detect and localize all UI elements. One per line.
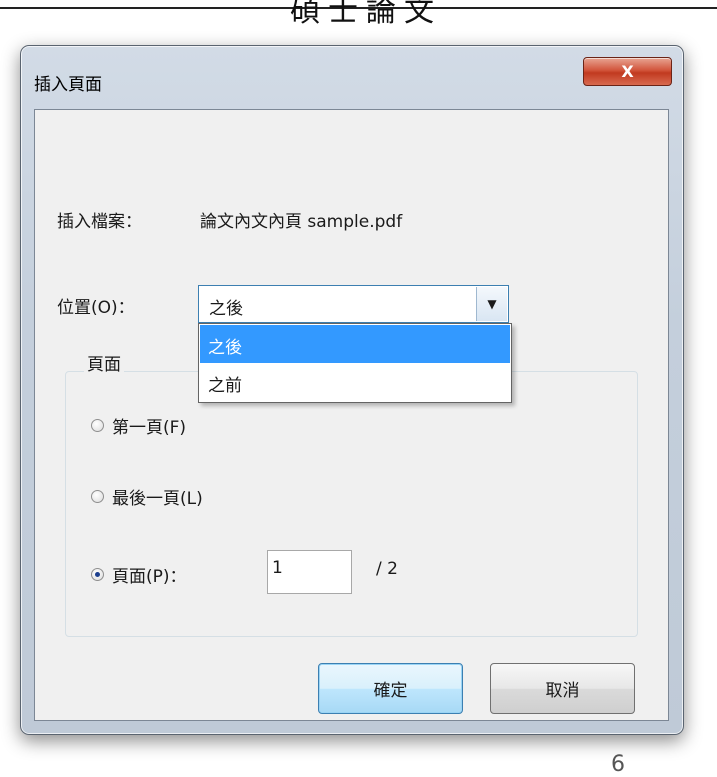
radio-first-page-label: 第一頁(F) — [112, 417, 187, 438]
radio-last-page-label: 最後一頁(L) — [112, 488, 203, 509]
radio-last-page[interactable]: 最後一頁(L) — [91, 484, 203, 509]
radio-icon[interactable] — [91, 489, 104, 503]
radio-selected-icon[interactable] — [91, 567, 104, 581]
radio-first-page[interactable]: 第一頁(F) — [91, 413, 187, 438]
page-total-label: / 2 — [376, 559, 398, 579]
dropdown-option-after[interactable]: 之後 — [200, 325, 510, 363]
document-heading: 碩士論文 — [290, 0, 442, 29]
radio-specific-page-label: 頁面(P)： — [112, 566, 187, 587]
dialog-title: 插入頁面 — [34, 75, 102, 95]
chevron-down-icon[interactable]: ▼ — [476, 287, 507, 321]
dropdown-option-label: 之後 — [208, 338, 242, 358]
close-icon: X — [621, 62, 634, 81]
position-dropdown-list: 之後 之前 — [198, 323, 512, 403]
insert-page-dialog: 插入頁面 X 插入檔案： 論文內文內頁 sample.pdf 位置(O)： 之後… — [20, 45, 684, 735]
ok-button[interactable]: 確定 — [318, 663, 463, 714]
radio-specific-page[interactable]: 頁面(P)： — [91, 562, 187, 587]
position-select[interactable]: 之後 ▼ — [198, 285, 509, 323]
dialog-body: 插入檔案： 論文內文內頁 sample.pdf 位置(O)： 之後 ▼ 頁面 第… — [34, 109, 669, 721]
position-select-value: 之後 — [209, 299, 243, 319]
insert-file-label: 插入檔案： — [57, 212, 142, 232]
page-number-input[interactable]: 1 — [267, 550, 352, 594]
dropdown-option-before[interactable]: 之前 — [200, 363, 510, 401]
cancel-button[interactable]: 取消 — [490, 663, 635, 714]
insert-file-name: 論文內文內頁 sample.pdf — [200, 212, 403, 232]
close-button[interactable]: X — [583, 57, 672, 86]
radio-icon[interactable] — [91, 418, 104, 432]
page-group-label: 頁面 — [84, 350, 124, 375]
position-label: 位置(O)： — [57, 298, 135, 318]
dropdown-option-label: 之前 — [208, 376, 242, 396]
page-number: 6 — [611, 752, 625, 777]
